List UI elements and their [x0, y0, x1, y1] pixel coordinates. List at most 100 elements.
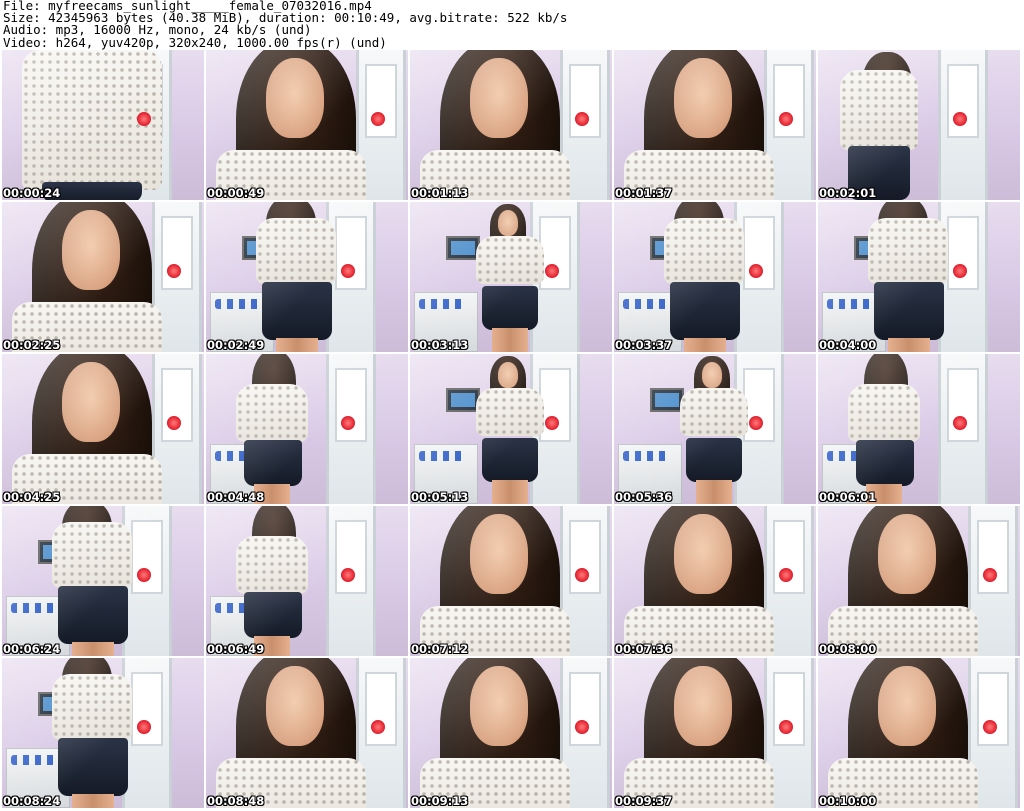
skirt	[856, 440, 914, 486]
file-info-header: File: myfreecams_sunlight_____female_070…	[3, 0, 567, 49]
window-flower-decal	[167, 416, 181, 430]
thumbnail-timestamp: 00:08:48	[207, 794, 265, 808]
person-figure	[206, 354, 408, 504]
thumbnail-timestamp: 00:06:24	[3, 642, 61, 656]
video-thumbnail: 00:06:01	[818, 354, 1020, 504]
window-flower-decal	[953, 264, 967, 278]
thumbnail-timestamp: 00:01:13	[411, 186, 469, 200]
face	[62, 210, 120, 290]
window-flower-decal	[341, 264, 355, 278]
window-flower-decal	[575, 720, 589, 734]
skirt	[262, 282, 332, 340]
legs	[684, 338, 726, 352]
thumbnail-timestamp: 00:07:12	[411, 642, 469, 656]
lace-sweater	[868, 218, 948, 284]
thumbnail-timestamp: 00:00:24	[3, 186, 61, 200]
window-flower-decal	[137, 112, 151, 126]
thumbnail-timestamp: 00:05:36	[615, 490, 673, 504]
face	[674, 666, 732, 746]
window-flower-decal	[137, 568, 151, 582]
face	[266, 666, 324, 746]
video-thumbnail: 00:05:36	[614, 354, 816, 504]
window-flower-decal	[371, 720, 385, 734]
thumbnail-timestamp: 00:09:13	[411, 794, 469, 808]
face	[498, 362, 518, 388]
legs	[276, 338, 318, 352]
lace-sweater	[476, 236, 544, 284]
window-flower-decal	[749, 416, 763, 430]
person-figure	[818, 202, 1020, 352]
window-flower-decal	[953, 416, 967, 430]
thumbnail-timestamp: 00:06:49	[207, 642, 265, 656]
skirt	[482, 438, 538, 482]
thumbnail-grid: 00:00:24 00:00:49 00:01:13 00:01:37 00:02:01…	[2, 50, 1022, 810]
video-thumbnail: 00:09:37	[614, 658, 816, 808]
video-thumbnail: 00:02:49	[206, 202, 408, 352]
face	[878, 514, 936, 594]
thumbnail-timestamp: 00:08:00	[819, 642, 877, 656]
skirt	[244, 592, 302, 638]
face	[62, 362, 120, 442]
person-figure	[206, 506, 408, 656]
legs	[72, 794, 114, 808]
person-figure	[614, 202, 816, 352]
skirt	[58, 586, 128, 644]
lace-sweater	[476, 388, 544, 436]
thumbnail-timestamp: 00:09:37	[615, 794, 673, 808]
thumbnail-timestamp: 00:04:48	[207, 490, 265, 504]
window-flower-decal	[137, 720, 151, 734]
window-flower-decal	[545, 416, 559, 430]
lace-sweater	[236, 384, 308, 442]
video-thumbnail: 00:10:00	[818, 658, 1020, 808]
thumbnail-timestamp: 00:02:49	[207, 338, 265, 352]
video-thumbnail: 00:00:49	[206, 50, 408, 200]
video-thumbnail: 00:03:37	[614, 202, 816, 352]
lace-sweater	[680, 388, 748, 436]
window-flower-decal	[983, 568, 997, 582]
video-thumbnail: 00:00:24	[2, 50, 204, 200]
thumbnail-timestamp: 00:04:00	[819, 338, 877, 352]
thumbnail-timestamp: 00:04:25	[3, 490, 61, 504]
video-thumbnail: 00:02:01	[818, 50, 1020, 200]
skirt	[482, 286, 538, 330]
video-thumbnail: 00:08:00	[818, 506, 1020, 656]
face	[498, 210, 518, 236]
person-figure	[410, 202, 612, 352]
legs	[492, 480, 528, 504]
person-figure	[818, 50, 1020, 200]
window-flower-decal	[167, 264, 181, 278]
window-flower-decal	[983, 720, 997, 734]
video-thumbnail: 00:02:25	[2, 202, 204, 352]
video-thumbnail: 00:04:00	[818, 202, 1020, 352]
face	[470, 58, 528, 138]
face	[702, 362, 722, 388]
video-thumbnail: 00:07:36	[614, 506, 816, 656]
person-figure	[818, 354, 1020, 504]
skirt	[244, 440, 302, 486]
thumbnail-timestamp: 00:02:25	[3, 338, 61, 352]
thumbnail-timestamp: 00:03:13	[411, 338, 469, 352]
skirt	[874, 282, 944, 340]
window-flower-decal	[341, 568, 355, 582]
window-flower-decal	[341, 416, 355, 430]
thumbnail-timestamp: 00:06:01	[819, 490, 877, 504]
window-flower-decal	[545, 264, 559, 278]
thumbnail-timestamp: 00:02:01	[819, 186, 877, 200]
face	[470, 514, 528, 594]
window-flower-decal	[575, 568, 589, 582]
skirt	[58, 738, 128, 796]
person-figure	[410, 354, 612, 504]
lace-sweater	[256, 218, 336, 284]
video-thumbnail: 00:01:13	[410, 50, 612, 200]
video-thumbnail: 00:05:13	[410, 354, 612, 504]
lace-sweater	[52, 674, 132, 740]
thumbnail-timestamp: 00:07:36	[615, 642, 673, 656]
skirt	[686, 438, 742, 482]
face	[470, 666, 528, 746]
person-figure	[206, 202, 408, 352]
skirt	[670, 282, 740, 340]
video-thumbnail: 00:01:37	[614, 50, 816, 200]
legs	[888, 338, 930, 352]
window-flower-decal	[953, 112, 967, 126]
face	[674, 514, 732, 594]
